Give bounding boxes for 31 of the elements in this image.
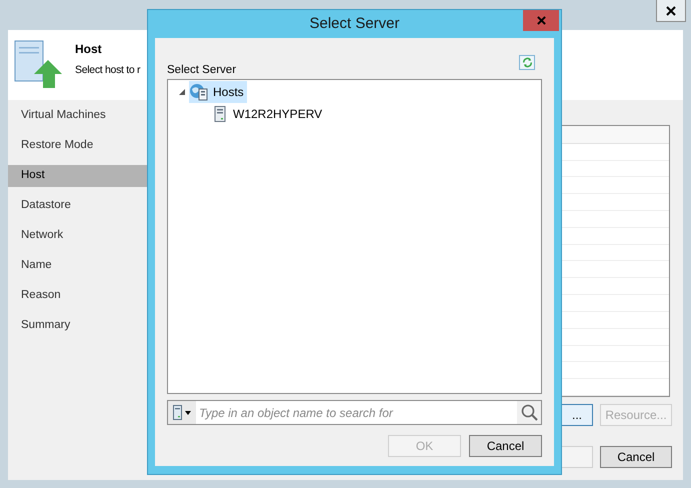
wizard-step[interactable]: Restore Mode	[8, 135, 148, 157]
refresh-icon	[522, 57, 532, 68]
close-icon	[536, 16, 546, 25]
wizard-step[interactable]: Datastore	[8, 195, 148, 217]
page-description: Select host to r	[75, 63, 140, 78]
globe-server-icon	[189, 83, 209, 101]
close-icon	[666, 6, 676, 16]
dialog-title: Select Server	[309, 14, 400, 34]
expander-icon[interactable]	[178, 88, 186, 96]
server-icon	[173, 405, 182, 420]
close-button[interactable]	[656, 0, 686, 22]
refresh-button[interactable]	[519, 55, 535, 70]
object-type-dropdown[interactable]	[168, 401, 196, 424]
server-upload-icon	[14, 40, 64, 90]
wizard-step[interactable]: Network	[8, 225, 148, 247]
tree-item[interactable]: Hosts	[189, 81, 247, 103]
page-title: Host	[75, 41, 103, 58]
search-field[interactable]: Type in an object name to search for	[167, 400, 542, 425]
wizard-step[interactable]: Summary	[8, 315, 148, 337]
tree-item[interactable]: W12R2HYPERV	[211, 103, 326, 125]
wizard-step[interactable]: Virtual Machines	[8, 105, 148, 127]
wizard-step[interactable]: Reason	[8, 285, 148, 307]
search-icon	[520, 404, 538, 421]
wizard-step[interactable]: Name	[8, 255, 148, 277]
dialog-button[interactable]: Cancel	[469, 435, 542, 457]
wizard-step[interactable]: Host	[8, 165, 148, 187]
section-label: Select Server	[167, 62, 236, 78]
server-icon	[214, 106, 226, 122]
search-input[interactable]: Type in an object name to search for	[196, 404, 517, 422]
caret-icon	[185, 410, 191, 414]
dialog-button[interactable]: Cancel	[600, 446, 672, 468]
